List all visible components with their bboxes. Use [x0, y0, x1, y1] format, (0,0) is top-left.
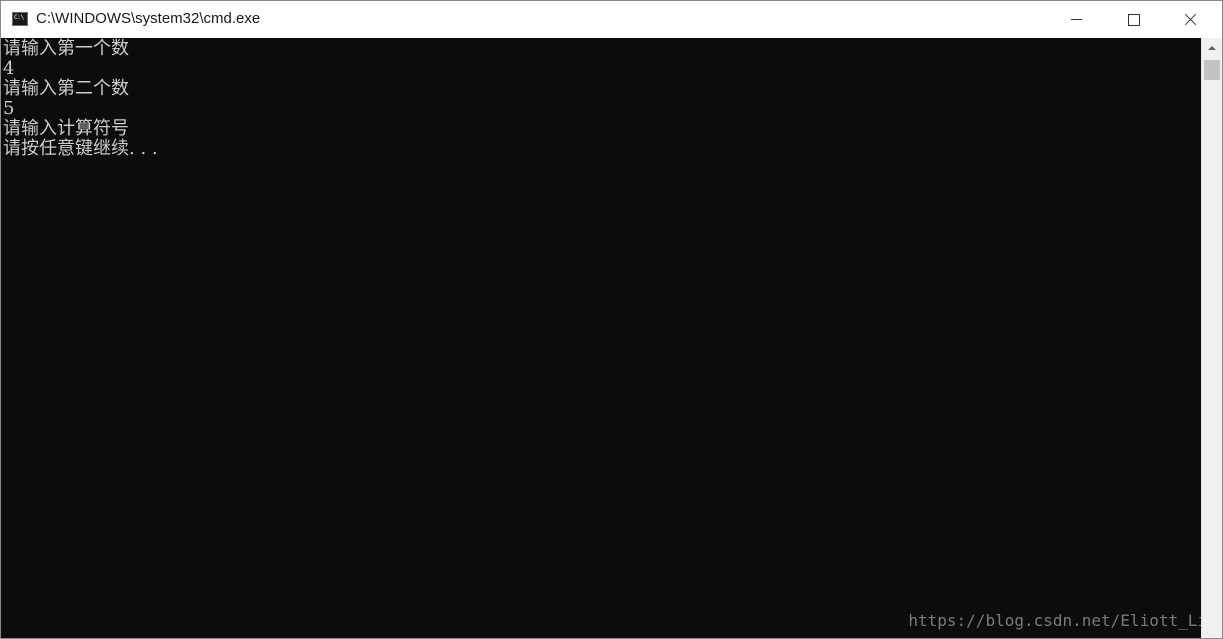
console-line: 请输入第二个数	[3, 78, 129, 99]
console-output[interactable]: 请输入第一个数 4 请输入第二个数 5 请输入计算符号 请按任意键继续. . .…	[1, 38, 1201, 638]
vertical-scrollbar[interactable]	[1201, 38, 1222, 638]
console-line: 5	[3, 98, 15, 119]
maximize-icon	[1128, 14, 1140, 26]
minimize-icon	[1071, 19, 1082, 20]
scrollbar-thumb[interactable]	[1204, 60, 1220, 80]
maximize-button[interactable]	[1105, 1, 1163, 38]
chevron-up-icon	[1208, 46, 1216, 50]
console-line: 请输入第一个数	[3, 38, 129, 59]
console-line: 请按任意键继续. . .	[3, 138, 158, 159]
title-bar[interactable]: C:\ C:\WINDOWS\system32\cmd.exe	[1, 1, 1222, 38]
minimize-button[interactable]	[1048, 1, 1106, 38]
watermark: https://blog.csdn.net/Eliott_Li	[908, 611, 1201, 630]
close-icon	[1184, 13, 1197, 26]
scroll-up-button[interactable]	[1202, 38, 1222, 58]
window-title: C:\WINDOWS\system32\cmd.exe	[36, 10, 261, 27]
console-line: 4	[3, 58, 15, 79]
console-lines: 请输入第一个数 4 请输入第二个数 5 请输入计算符号 请按任意键继续. . .	[3, 39, 158, 159]
cmd-icon[interactable]: C:\	[12, 12, 28, 26]
cmd-icon-text: C:\	[14, 14, 24, 21]
console-line: 请输入计算符号	[3, 118, 129, 139]
close-button[interactable]	[1162, 1, 1220, 38]
cmd-window: C:\ C:\WINDOWS\system32\cmd.exe 请输入第一个数 …	[0, 0, 1223, 639]
